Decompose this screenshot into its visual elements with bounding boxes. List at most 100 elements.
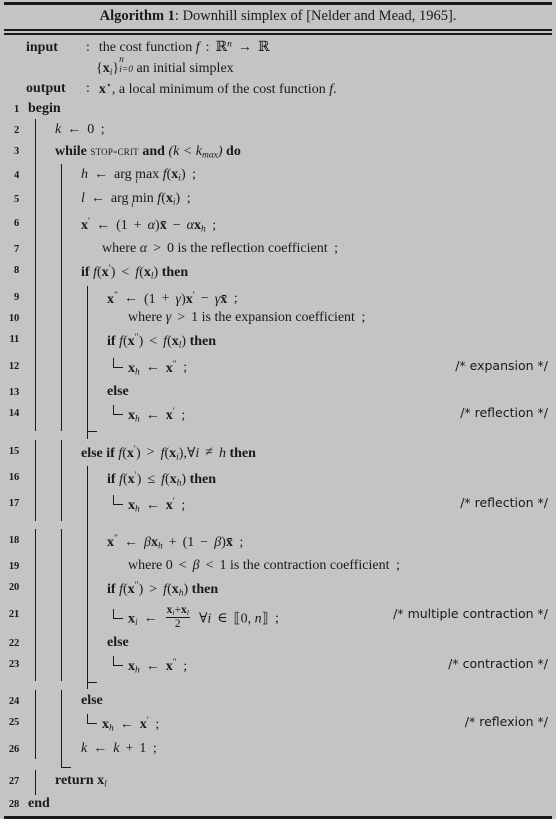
algorithm-line-26: 26 k ← k + 1 ; (0, 737, 556, 768)
output-label: output (26, 81, 66, 97)
algorithm-line-5: 5 l ← arg min i f(xi) ; (0, 188, 556, 214)
output-text: x⋆, a local minimum of the cost function… (98, 80, 337, 97)
algorithm-line-19: 19 where 0 < β < 1 is the contraction co… (0, 555, 556, 577)
line-number: 5 (13, 194, 19, 206)
output-row: output: x⋆, a local minimum of the cost f… (0, 80, 556, 99)
algorithm-line-24: 24 else (0, 690, 556, 712)
line-number: 22 (8, 637, 19, 649)
algorithm-line-12: 12 xh ← x″ ; /* expansion */ (0, 354, 556, 384)
output-separator: : (86, 81, 90, 97)
algorithm-line-21: 21 xi ← xi+xl 2 ∀i ∈ ⟦0, n⟧ ; /* multiple… (0, 602, 556, 634)
line-comment: /* reflection */ (460, 495, 548, 511)
line-content: where 0 < β < 1 is the contraction coeff… (128, 558, 400, 574)
line-content: k ← k + 1 ; (81, 740, 157, 756)
line-number: 17 (8, 498, 19, 510)
input-separator: : (86, 39, 90, 55)
line-number: 10 (8, 313, 19, 325)
line-content: x″ ← βxh + (1 − β)x̄ ; (107, 533, 244, 552)
line-content: if f(x′) ≤ f(xh) then (107, 470, 217, 489)
line-number: 24 (8, 696, 19, 708)
line-number: 23 (8, 658, 19, 670)
algorithm-line-23: 23 xh ← x″ ; /* contraction */ (0, 652, 556, 690)
line-content: else if f(x′) > f(xi),∀i ≠ h then (81, 444, 256, 462)
line-number: 21 (8, 608, 19, 620)
algorithm-line-15: 15 else if f(x′) > f(xi),∀i ≠ h then (0, 439, 556, 468)
line-content: where γ > 1 is the expansion coefficient… (128, 310, 366, 326)
line-number: 9 (13, 291, 19, 303)
algorithm-caption: Algorithm 1: Downhill simplex of [Nelder… (0, 5, 556, 29)
line-content: where α > 0 is the reflection coefficien… (102, 241, 339, 257)
algorithm-line-20: 20 if f(x″) > f(xh) then (0, 576, 556, 605)
line-number: 13 (8, 387, 19, 399)
line-content: xh ← x″ ; (128, 657, 188, 676)
line-content: xh ← x″ ; (128, 359, 188, 378)
algorithm-line-4: 4 h ← arg max i f(xi) ; (0, 164, 556, 191)
algorithm-block: Algorithm 1: Downhill simplex of [Nelder… (0, 2, 556, 819)
line-number: 18 (8, 534, 19, 546)
line-number: 16 (8, 471, 19, 483)
line-number: 27 (8, 775, 19, 787)
line-content: xh ← x′ ; (128, 497, 186, 515)
line-number: 2 (13, 124, 19, 136)
line-number: 7 (13, 244, 19, 256)
algorithm-line-8: 8 if f(x′) < f(xl) then (0, 259, 556, 288)
algorithm-line-3: 3 while stop-crit and (k < kmax) do (0, 139, 556, 167)
line-content: while stop-crit and (k < kmax) do (55, 142, 241, 161)
input-row: input: the cost function f : ℝn → ℝ (0, 38, 556, 57)
line-content: else (107, 634, 129, 650)
line-number: 4 (13, 170, 19, 182)
line-content: x″ ← (1 + γ)x′ − γx̄ ; (107, 290, 238, 307)
algorithm-line-18: 18 x″ ← βxh + (1 − β)x̄ ; (0, 518, 556, 558)
algorithm-line-27: 27 return xl (0, 769, 556, 796)
line-number: 20 (8, 582, 19, 594)
line-content: if f(x″) < f(xl) then (107, 333, 217, 351)
line-comment: /* reflexion */ (464, 714, 548, 730)
algorithm-lines: 1 begin 2 k ← 0 ; 3 while stop-crit and … (0, 99, 556, 815)
algorithm-line-16: 16 if f(x′) ≤ f(xh) then (0, 465, 556, 495)
line-number: 8 (13, 265, 19, 277)
line-content: if f(x″) > f(xh) then (107, 581, 219, 599)
line-comment: /* reflection */ (460, 405, 548, 421)
line-content: h ← arg max i f(xi) ; (81, 167, 197, 186)
line-content: return xl (55, 772, 107, 790)
line-content: else (81, 693, 103, 709)
line-number: 3 (13, 145, 19, 157)
line-content: l ← arg min i f(xi) ; (81, 191, 191, 210)
algorithm-line-1: 1 begin (0, 99, 556, 120)
line-content: xi ← xi+xl 2 ∀i ∈ ⟦0, n⟧ ; (128, 603, 279, 630)
algorithm-line-6: 6 x′ ← (1 + α)x̄ − αxh ; (0, 211, 556, 241)
line-number: 26 (8, 743, 19, 755)
algorithm-line-13: 13 else (0, 381, 556, 403)
input-label: input (26, 39, 58, 55)
line-number: 11 (9, 334, 19, 346)
line-comment: /* multiple contraction */ (393, 605, 548, 621)
algorithm-line-14: 14 xh ← x′ ; /* reflection */ (0, 402, 556, 439)
algorithm-line-28: 28 end (0, 794, 556, 815)
algorithm-line-10: 10 where γ > 1 is the expansion coeffici… (0, 307, 556, 329)
line-number: 14 (8, 408, 19, 420)
algorithm-line-11: 11 if f(x″) < f(xl) then (0, 328, 556, 357)
line-number: 28 (8, 799, 19, 811)
algorithm-label: Algorithm 1 (99, 8, 175, 24)
fraction: xi+xl 2 (165, 603, 190, 630)
caption-separator: : (174, 8, 179, 24)
line-number: 6 (13, 217, 19, 229)
line-content: end (28, 796, 50, 812)
io-block: input: the cost function f : ℝn → ℝ {xi} n… (0, 35, 556, 99)
algorithm-line-17: 17 xh ← x′ ; /* reflection */ (0, 492, 556, 521)
input-text: the cost function f : ℝn → ℝ (98, 38, 270, 55)
line-content: xh ← x′ ; (128, 407, 186, 425)
line-number: 12 (8, 360, 19, 372)
line-number: 25 (8, 717, 19, 729)
line-content: xh ← x′ ; (102, 716, 160, 734)
line-comment: /* contraction */ (448, 655, 548, 671)
algorithm-line-9: 9 x″ ← (1 + γ)x′ − γx̄ ; (0, 285, 556, 310)
algorithm-line-2: 2 k ← 0 ; (0, 118, 556, 141)
algorithm-title: Downhill simplex of [Nelder and Mead, 19… (182, 8, 457, 24)
algorithm-line-7: 7 where α > 0 is the reflection coeffici… (0, 238, 556, 260)
line-number: 19 (8, 561, 19, 573)
line-number: 1 (13, 103, 19, 115)
line-content: x′ ← (1 + α)x̄ − αxh ; (81, 216, 217, 235)
algorithm-line-25: 25 xh ← x′ ; /* reflexion */ (0, 711, 556, 740)
line-content: else (107, 384, 129, 400)
